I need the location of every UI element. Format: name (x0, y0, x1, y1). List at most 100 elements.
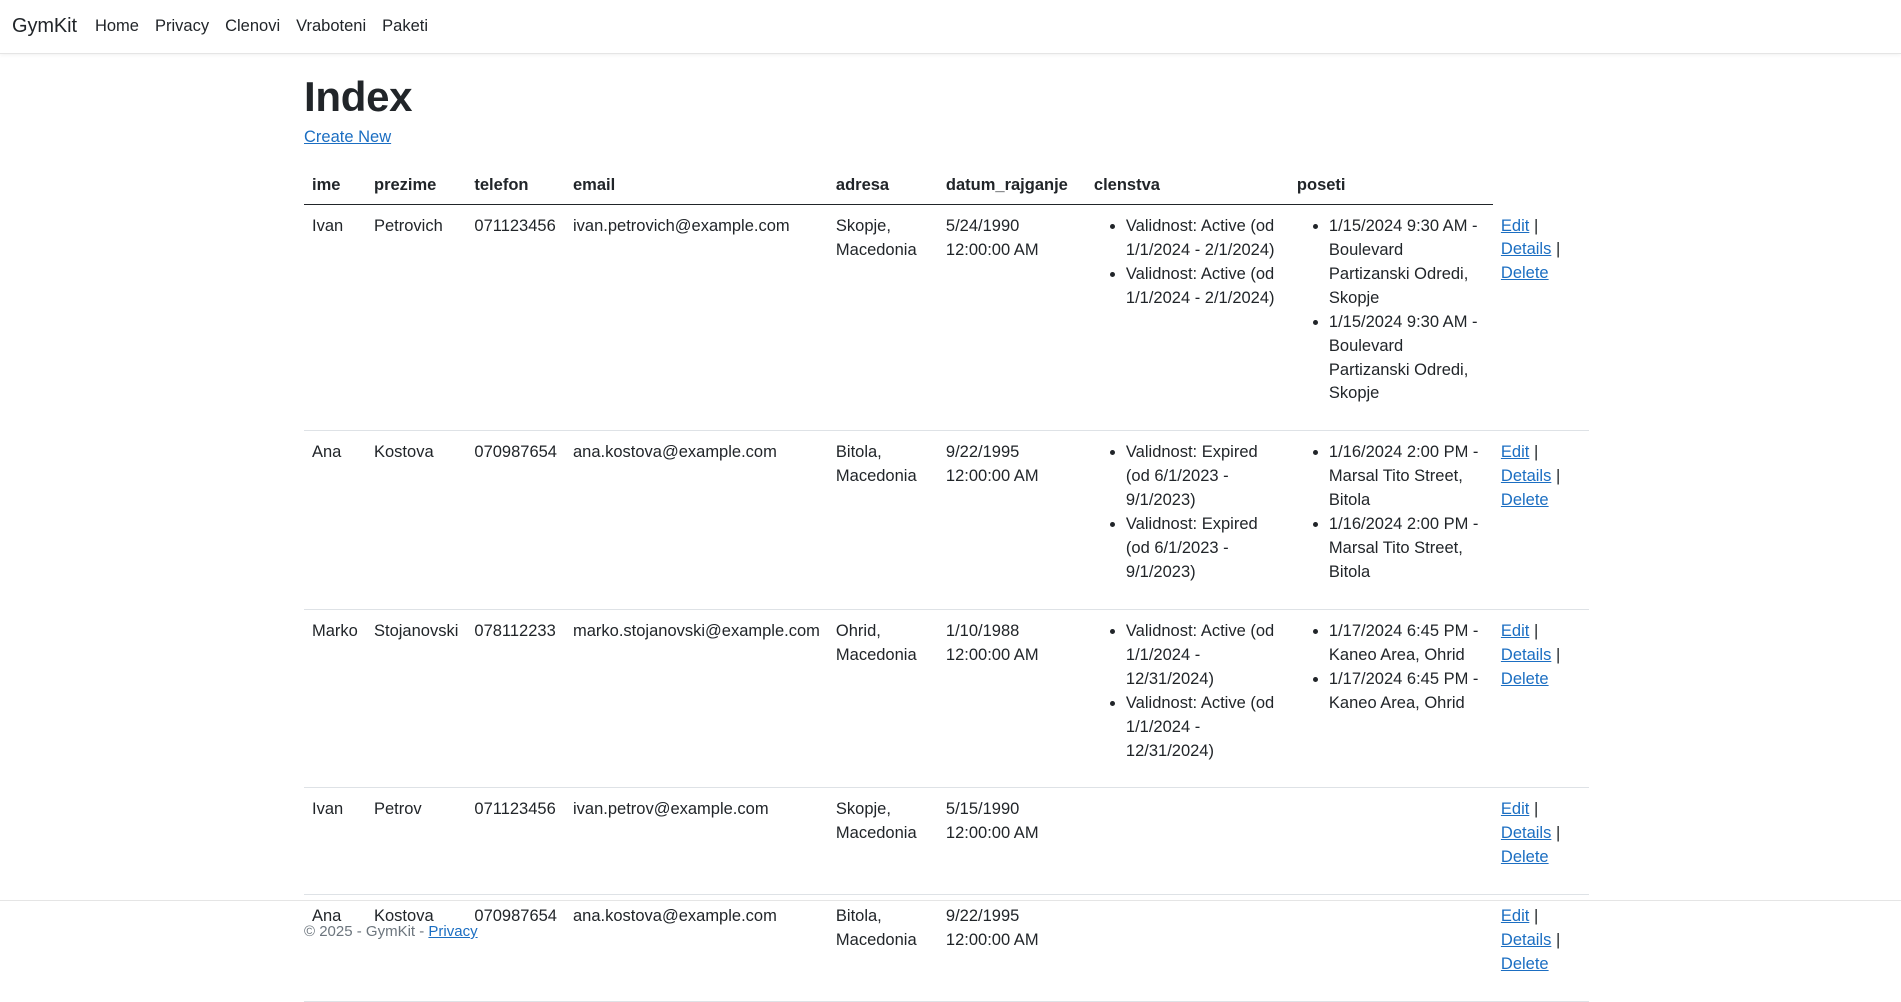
nav-links: Home Privacy Clenovi Vraboteni Paketi (87, 15, 436, 39)
cell-telefon: 070987654 (466, 430, 565, 610)
nav-link-paketi[interactable]: Paketi (374, 15, 436, 39)
cell-ime: Ivan (304, 204, 366, 432)
poseta-item: 1/15/2024 9:30 AM - Boulevard Partizansk… (1329, 311, 1485, 407)
cell-actions: Edit | Details | Delete (1492, 204, 1589, 432)
action-separator: | (1555, 467, 1561, 486)
cell-prezime: Stojanovski (366, 609, 467, 789)
cell-adresa: Bitola, Macedonia (827, 430, 938, 610)
table-header-row: ime prezime telefon email adresa datum_r… (304, 168, 1589, 206)
cell-poseti: 1/17/2024 6:45 PM - Kaneo Area, Ohrid 1/… (1288, 609, 1493, 789)
header-email: email (564, 168, 828, 206)
action-separator: | (1533, 800, 1539, 819)
nav-link-privacy[interactable]: Privacy (147, 15, 217, 39)
cell-actions: Edit | Details | Delete (1492, 787, 1589, 896)
cell-poseti (1288, 787, 1493, 896)
delete-link[interactable]: Delete (1501, 264, 1549, 282)
action-separator: | (1533, 621, 1539, 640)
nav-link-vraboteni[interactable]: Vraboteni (288, 15, 374, 39)
clenstvo-item: Validnost: Active (od 1/1/2024 - 12/31/2… (1126, 692, 1281, 764)
cell-adresa: Skopje, Macedonia (827, 787, 938, 896)
table-head: ime prezime telefon email adresa datum_r… (304, 168, 1589, 206)
delete-link[interactable]: Delete (1501, 670, 1549, 688)
create-new-link[interactable]: Create New (304, 126, 391, 150)
footer-text-wrap: © 2025 - GymKit - Privacy (304, 921, 478, 943)
main-content: Index Create New ime prezime telefon ema… (304, 54, 1601, 1002)
cell-email: ana.kostova@example.com (564, 430, 828, 610)
cell-telefon: 071123456 (466, 204, 565, 432)
brand-link[interactable]: GymKit (12, 12, 77, 41)
header-datum-rajganje: datum_rajganje (937, 168, 1086, 206)
page-footer: © 2025 - GymKit - Privacy (0, 900, 1901, 941)
footer-copyright: © 2025 - GymKit - (304, 923, 429, 940)
edit-link[interactable]: Edit (1501, 217, 1529, 235)
poseta-item: 1/17/2024 6:45 PM - Kaneo Area, Ohrid (1329, 620, 1485, 668)
action-separator: | (1555, 240, 1561, 259)
action-separator: | (1555, 824, 1561, 843)
clenstvo-item: Validnost: Active (od 1/1/2024 - 2/1/202… (1126, 263, 1281, 311)
cell-poseti: 1/15/2024 9:30 AM - Boulevard Partizansk… (1288, 204, 1493, 432)
header-prezime: prezime (366, 168, 467, 206)
cell-datum: 1/10/1988 12:00:00 AM (937, 609, 1086, 789)
cell-clenstva: Validnost: Expired (od 6/1/2023 - 9/1/20… (1085, 430, 1289, 610)
poseta-item: 1/16/2024 2:00 PM - Marsal Tito Street, … (1329, 441, 1485, 513)
poseti-list: 1/17/2024 6:45 PM - Kaneo Area, Ohrid 1/… (1297, 620, 1485, 716)
cell-clenstva (1085, 787, 1289, 896)
action-separator: | (1533, 443, 1539, 462)
footer-privacy-link[interactable]: Privacy (428, 923, 477, 940)
header-clenstva: clenstva (1085, 168, 1289, 206)
clenstvo-item: Validnost: Expired (od 6/1/2023 - 9/1/20… (1126, 441, 1281, 513)
clenstva-list: Validnost: Active (od 1/1/2024 - 12/31/2… (1094, 620, 1281, 764)
edit-link[interactable]: Edit (1501, 622, 1529, 640)
edit-link[interactable]: Edit (1501, 443, 1529, 461)
action-separator: | (1555, 645, 1561, 664)
cell-datum: 9/22/1995 12:00:00 AM (937, 430, 1086, 610)
clenstvo-item: Validnost: Expired (od 6/1/2023 - 9/1/20… (1126, 513, 1281, 585)
cell-email: ivan.petrov@example.com (564, 787, 828, 896)
poseti-list: 1/16/2024 2:00 PM - Marsal Tito Street, … (1297, 441, 1485, 585)
details-link[interactable]: Details (1501, 824, 1551, 842)
header-ime: ime (304, 168, 366, 206)
cell-clenstva: Validnost: Active (od 1/1/2024 - 2/1/202… (1085, 204, 1289, 432)
cell-email: ivan.petrovich@example.com (564, 204, 828, 432)
cell-telefon: 078112233 (466, 609, 565, 789)
poseta-item: 1/16/2024 2:00 PM - Marsal Tito Street, … (1329, 513, 1485, 585)
header-telefon: telefon (466, 168, 565, 206)
cell-ime: Ana (304, 430, 366, 610)
header-adresa: adresa (827, 168, 938, 206)
details-link[interactable]: Details (1501, 467, 1551, 485)
delete-link[interactable]: Delete (1501, 955, 1549, 973)
action-separator: | (1533, 216, 1539, 235)
cell-prezime: Petrov (366, 787, 467, 896)
top-navbar: GymKit Home Privacy Clenovi Vraboteni Pa… (0, 0, 1901, 54)
cell-adresa: Ohrid, Macedonia (827, 609, 938, 789)
table-body: Ivan Petrovich 071123456 ivan.petrovich@… (304, 204, 1589, 1002)
cell-poseti: 1/16/2024 2:00 PM - Marsal Tito Street, … (1288, 430, 1493, 610)
delete-link[interactable]: Delete (1501, 848, 1549, 866)
edit-link[interactable]: Edit (1501, 800, 1529, 818)
header-poseti: poseti (1288, 168, 1493, 206)
delete-link[interactable]: Delete (1501, 491, 1549, 509)
poseta-item: 1/17/2024 6:45 PM - Kaneo Area, Ohrid (1329, 668, 1485, 716)
cell-datum: 5/15/1990 12:00:00 AM (937, 787, 1086, 896)
details-link[interactable]: Details (1501, 240, 1551, 258)
table-row: Ana Kostova 070987654 ana.kostova@exampl… (304, 430, 1589, 610)
poseta-item: 1/15/2024 9:30 AM - Boulevard Partizansk… (1329, 215, 1485, 311)
cell-prezime: Petrovich (366, 204, 467, 432)
cell-telefon: 071123456 (466, 787, 565, 896)
cell-ime: Ivan (304, 787, 366, 896)
table-row: Marko Stojanovski 078112233 marko.stojan… (304, 609, 1589, 789)
cell-prezime: Kostova (366, 430, 467, 610)
details-link[interactable]: Details (1501, 646, 1551, 664)
table-row: Ivan Petrovich 071123456 ivan.petrovich@… (304, 204, 1589, 432)
cell-actions: Edit | Details | Delete (1492, 609, 1589, 789)
cell-datum: 5/24/1990 12:00:00 AM (937, 204, 1086, 432)
header-actions (1493, 168, 1589, 204)
clenstva-list: Validnost: Active (od 1/1/2024 - 2/1/202… (1094, 215, 1281, 311)
nav-link-home[interactable]: Home (87, 15, 147, 39)
nav-link-clenovi[interactable]: Clenovi (217, 15, 288, 39)
cell-actions: Edit | Details | Delete (1492, 430, 1589, 610)
cell-clenstva: Validnost: Active (od 1/1/2024 - 12/31/2… (1085, 609, 1289, 789)
table-row: Ivan Petrov 071123456 ivan.petrov@exampl… (304, 787, 1589, 896)
poseti-list: 1/15/2024 9:30 AM - Boulevard Partizansk… (1297, 215, 1485, 406)
cell-adresa: Skopje, Macedonia (827, 204, 938, 432)
